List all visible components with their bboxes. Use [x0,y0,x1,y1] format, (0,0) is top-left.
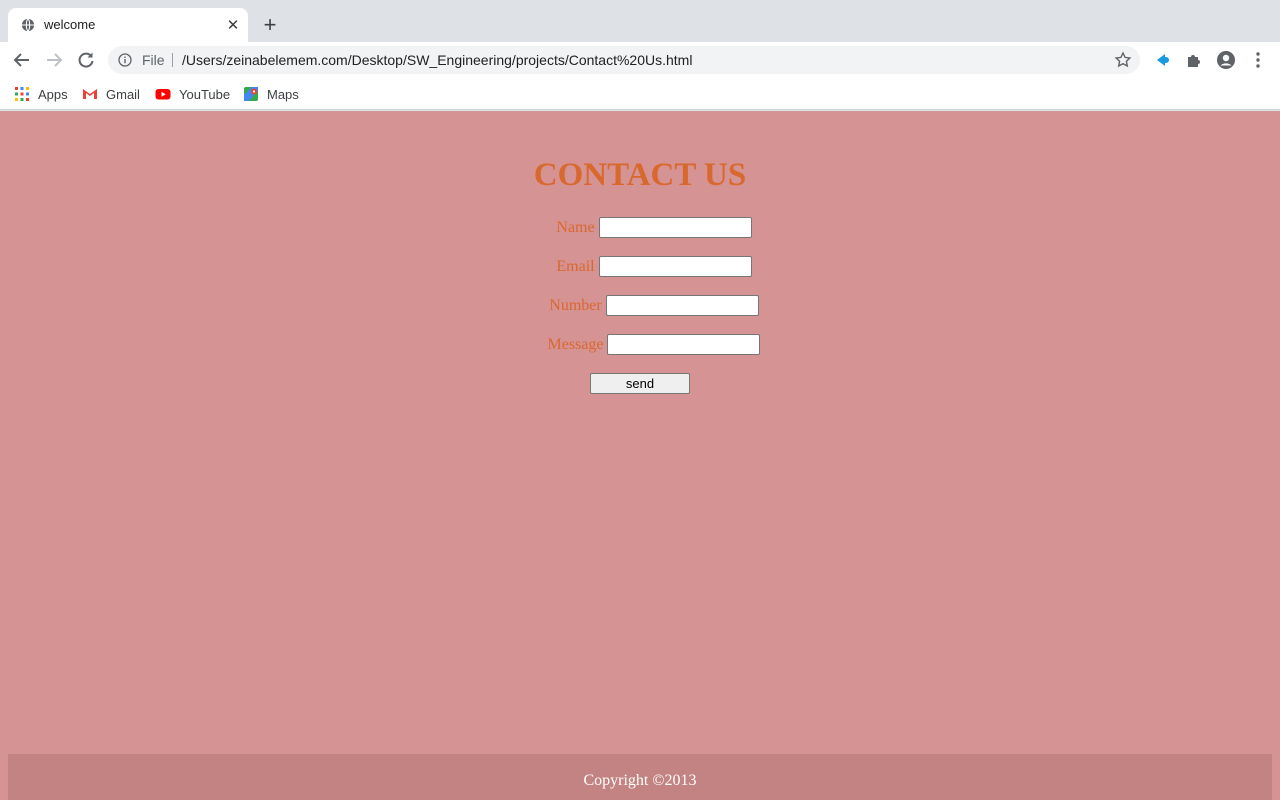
name-field[interactable] [598,217,752,238]
email-field[interactable] [598,256,752,277]
youtube-icon [155,89,171,100]
bookmark-label: YouTube [179,86,231,102]
name-label: Name [556,218,595,236]
address-scheme: File [142,52,165,68]
bookmarks-bar: Apps Gmail YouTube Maps [0,78,1280,110]
menu-kebab-icon[interactable] [1248,50,1268,70]
bookmark-maps[interactable]: Maps [243,85,299,103]
reload-icon[interactable] [74,48,98,72]
extensions-puzzle-icon[interactable] [1184,50,1204,70]
address-bar[interactable]: File /Users/zeinabelemem.com/Desktop/SW_… [108,46,1140,74]
new-tab-button[interactable]: + [258,13,282,37]
bookmark-label: Maps [267,86,299,102]
page-content: CONTACT US Name Email Number Message sen… [0,111,1280,800]
email-label: Email [556,257,595,275]
message-label: Message [547,335,604,353]
close-icon[interactable]: ✕ [224,16,242,34]
maps-icon [244,87,258,101]
profile-icon[interactable] [1216,50,1236,70]
address-url[interactable]: /Users/zeinabelemem.com/Desktop/SW_Engin… [182,52,692,68]
bookmark-apps[interactable]: Apps [14,85,68,103]
number-label: Number [549,296,602,314]
number-field[interactable] [605,295,759,316]
email-row: Email [0,256,1280,277]
tab-welcome[interactable]: welcome ✕ [8,8,248,42]
bookmark-youtube[interactable]: YouTube [155,85,230,103]
apps-grid-icon [15,87,29,101]
bookmark-label: Gmail [106,86,140,102]
globe-icon [21,18,35,32]
info-icon[interactable] [118,53,132,67]
extension-icon[interactable] [1152,50,1172,70]
back-icon[interactable] [10,48,34,72]
send-button[interactable]: send [590,373,690,394]
name-row: Name [0,217,1280,238]
tab-strip: welcome ✕ + [0,0,1280,42]
bookmark-label: Apps [38,86,68,102]
number-row: Number [0,295,1280,316]
bookmark-gmail[interactable]: Gmail [82,85,140,103]
tab-title: welcome [44,17,96,32]
browser-toolbar: File /Users/zeinabelemem.com/Desktop/SW_… [0,42,1280,78]
copyright-text: Copyright ©2013 [583,772,697,789]
forward-icon[interactable] [42,48,66,72]
page-title: CONTACT US [533,157,747,193]
footer: Copyright ©2013 [8,754,1272,800]
gmail-icon [83,89,97,99]
message-row: Message [0,334,1280,355]
message-field[interactable] [607,334,761,355]
bookmark-star-icon[interactable] [1114,51,1132,69]
address-divider [172,53,173,67]
